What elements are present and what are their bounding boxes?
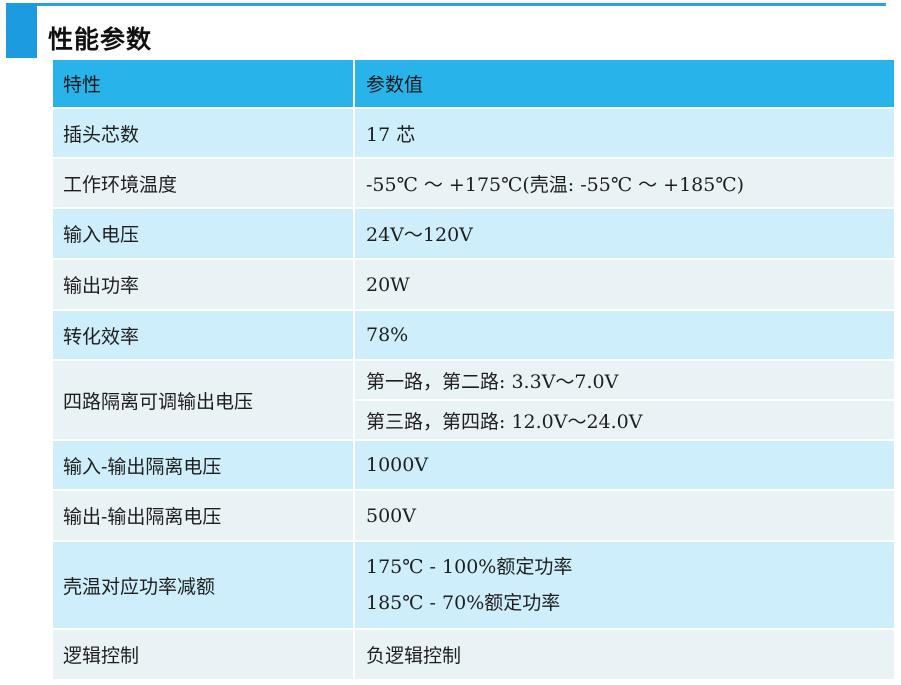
table-row: 四路隔离可调输出电压 第一路，第二路: 3.3V～7.0V 第三路，第四路: 1… bbox=[53, 361, 894, 439]
table-row: 输入-输出隔离电压 1000V bbox=[53, 441, 894, 489]
spec-table: 特性 参数值 插头芯数 17 芯 工作环境温度 -55℃ ～ +175℃(壳温:… bbox=[53, 60, 894, 681]
table-row: 输入电压 24V～120V bbox=[53, 209, 894, 258]
row-value: 78% bbox=[355, 311, 894, 359]
header-feature: 特性 bbox=[53, 60, 353, 107]
row-value-line: 第三路，第四路: 12.0V～24.0V bbox=[355, 401, 894, 439]
table-row: 输出功率 20W bbox=[53, 260, 894, 309]
header-value: 参数值 bbox=[355, 60, 894, 107]
top-rule bbox=[10, 3, 886, 6]
table-row: 转化效率 78% bbox=[53, 311, 894, 359]
row-value: 20W bbox=[355, 260, 894, 309]
row-key: 插头芯数 bbox=[53, 109, 353, 157]
row-value-stack: 175℃ - 100%额定功率 185℃ - 70%额定功率 bbox=[355, 542, 894, 628]
table-header-row: 特性 参数值 bbox=[53, 60, 894, 107]
row-value-line: 185℃ - 70%额定功率 bbox=[366, 592, 561, 614]
row-value-line: 175℃ - 100%额定功率 bbox=[366, 556, 573, 578]
table-row: 逻辑控制 负逻辑控制 bbox=[53, 630, 894, 679]
row-key: 壳温对应功率减额 bbox=[53, 542, 353, 628]
row-key: 输出-输出隔离电压 bbox=[53, 491, 353, 540]
row-value: 500V bbox=[355, 491, 894, 540]
row-key: 转化效率 bbox=[53, 311, 353, 359]
row-value: -55℃ ～ +175℃(壳温: -55℃ ～ +185℃) bbox=[355, 159, 894, 207]
row-value-line: 第一路，第二路: 3.3V～7.0V bbox=[355, 361, 894, 399]
row-key: 输出功率 bbox=[53, 260, 353, 309]
row-value: 17 芯 bbox=[355, 109, 894, 157]
row-value: 1000V bbox=[355, 441, 894, 489]
section-title: 性能参数 bbox=[48, 25, 153, 54]
row-value-group: 第一路，第二路: 3.3V～7.0V 第三路，第四路: 12.0V～24.0V bbox=[355, 361, 894, 439]
row-key: 工作环境温度 bbox=[53, 159, 353, 207]
section-accent-bar bbox=[6, 3, 37, 58]
table-row: 壳温对应功率减额 175℃ - 100%额定功率 185℃ - 70%额定功率 bbox=[53, 542, 894, 628]
row-key: 逻辑控制 bbox=[53, 630, 353, 679]
row-key: 输入-输出隔离电压 bbox=[53, 441, 353, 489]
table-row: 工作环境温度 -55℃ ～ +175℃(壳温: -55℃ ～ +185℃) bbox=[53, 159, 894, 207]
table-row: 输出-输出隔离电压 500V bbox=[53, 491, 894, 540]
row-key: 输入电压 bbox=[53, 209, 353, 258]
row-value: 负逻辑控制 bbox=[355, 630, 894, 679]
row-value: 24V～120V bbox=[355, 209, 894, 258]
row-key: 四路隔离可调输出电压 bbox=[53, 361, 353, 439]
table-row: 插头芯数 17 芯 bbox=[53, 109, 894, 157]
